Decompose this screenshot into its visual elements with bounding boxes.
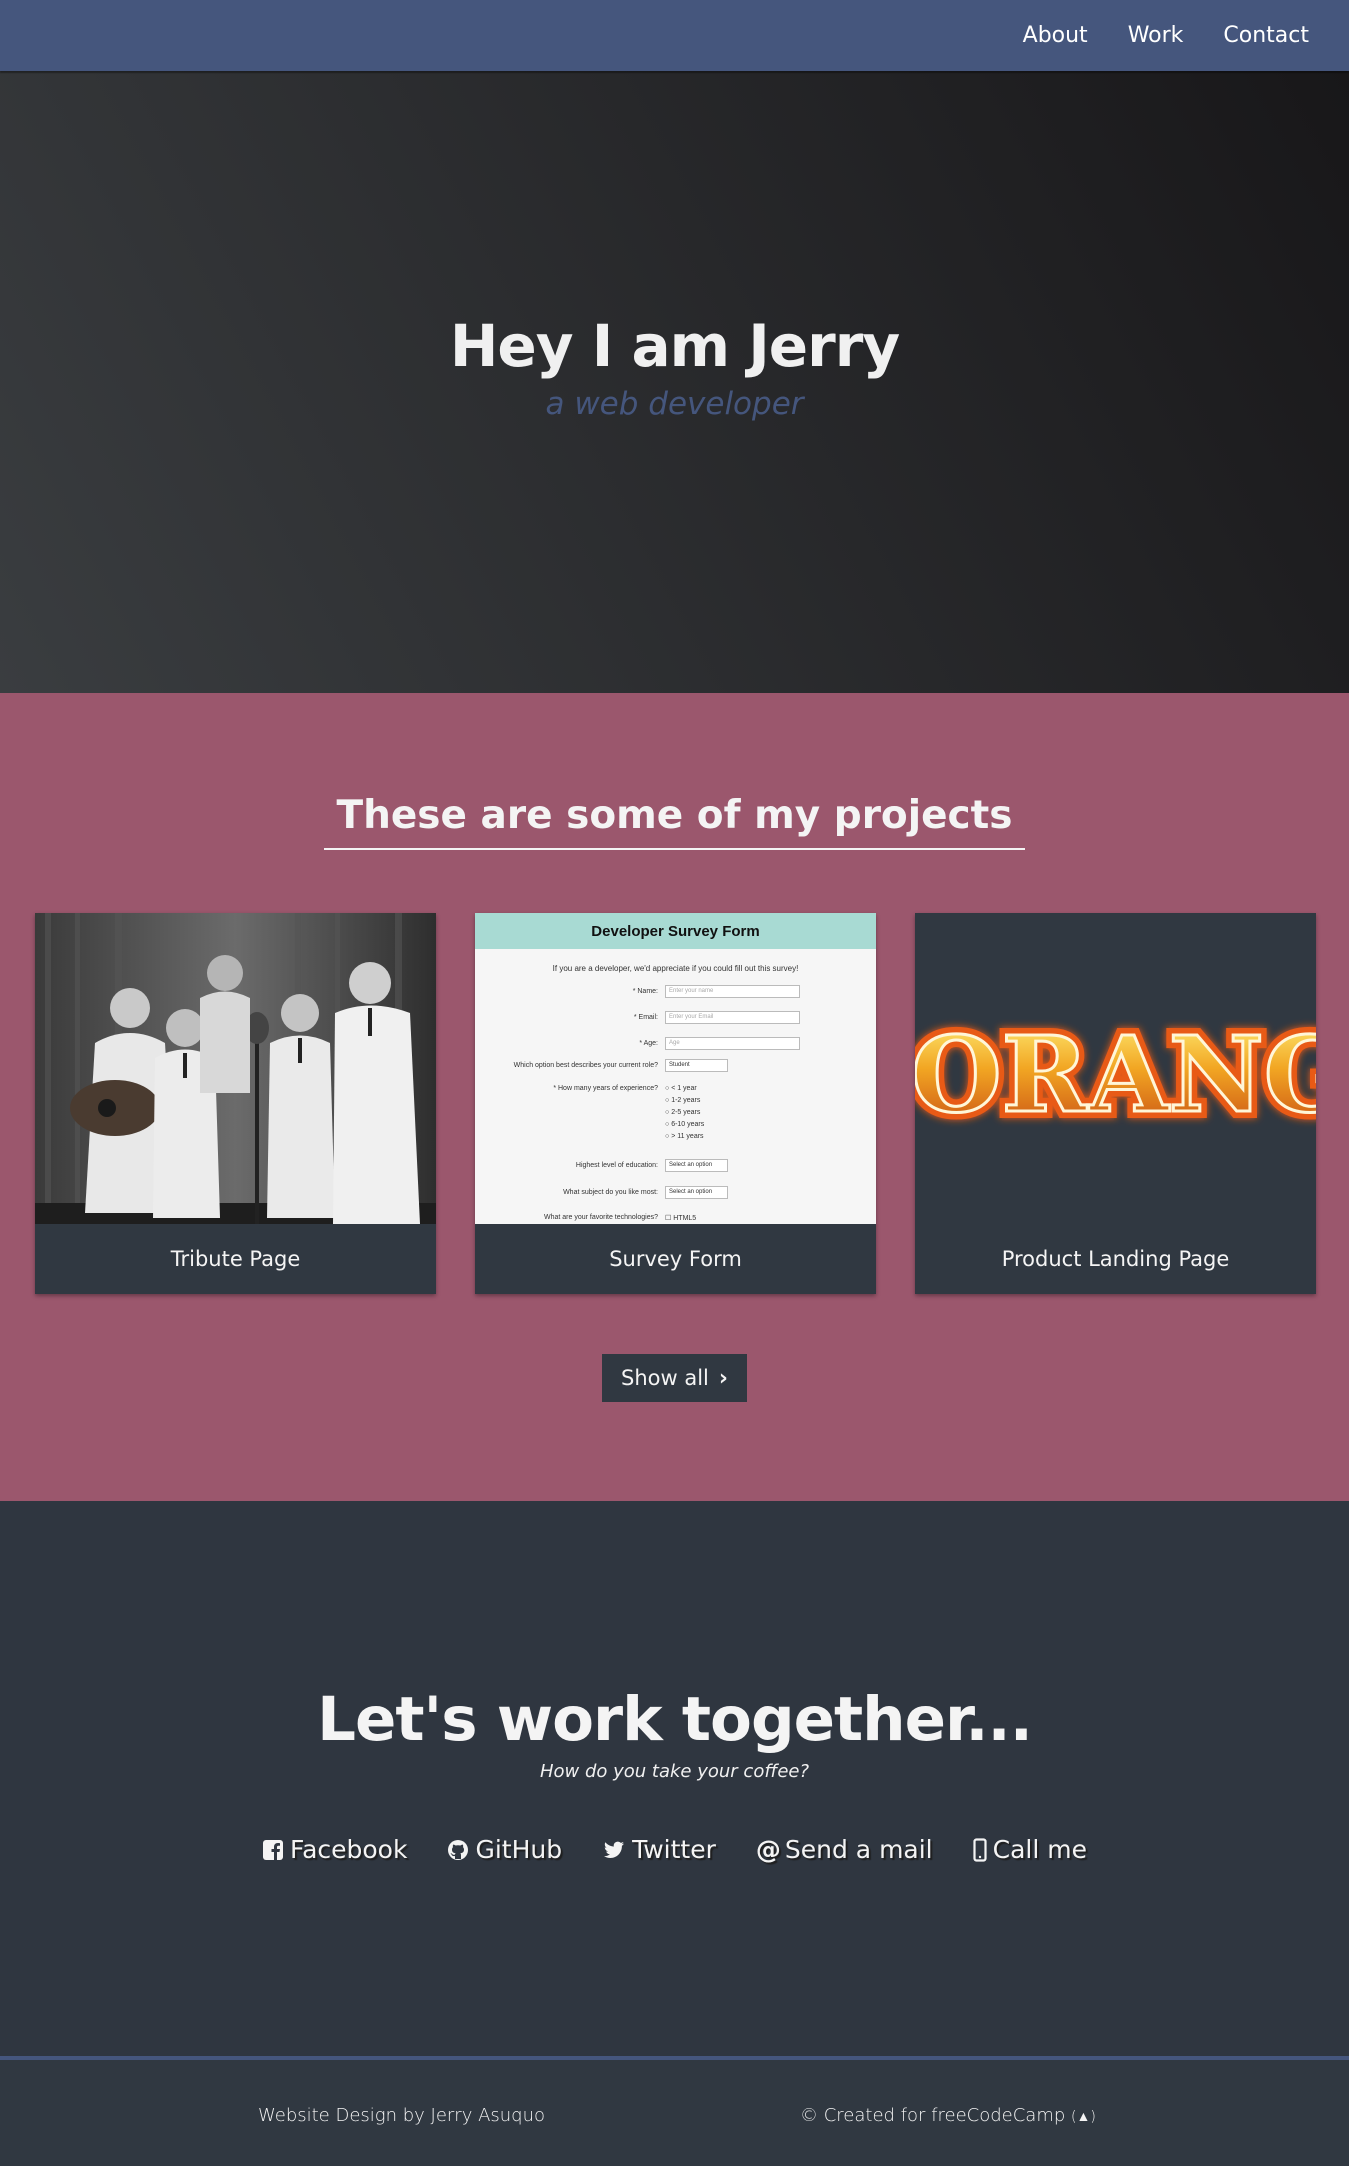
- github-label: GitHub: [475, 1835, 563, 1864]
- survey-subject-select: Select an option: [665, 1186, 728, 1199]
- orange-logo: ORANG ORANG: [915, 913, 1316, 1224]
- contact-heading: Let's work together...: [317, 1684, 1033, 1755]
- survey-years-option: ○ > 11 years: [665, 1133, 704, 1140]
- project-caption-survey: Survey Form: [609, 1247, 742, 1271]
- call-me-label: Call me: [992, 1835, 1087, 1864]
- survey-years-option: ○ 1-2 years: [665, 1097, 701, 1104]
- footer-created-text: © Created for freeCodeCamp: [800, 2105, 1066, 2126]
- survey-preview: Developer Survey Form If you are a devel…: [475, 913, 876, 1224]
- contact-tagline: How do you take your coffee?: [539, 1761, 810, 1782]
- hero-subtitle: a web developer: [545, 386, 804, 422]
- nav-contact-link[interactable]: Contact: [1223, 23, 1309, 48]
- project-tile-product[interactable]: ORANG ORANG Product Landing Page: [915, 913, 1316, 1294]
- twitter-label: Twitter: [632, 1835, 716, 1864]
- survey-years-option: ○ 6-10 years: [665, 1121, 705, 1128]
- send-mail-link[interactable]: @ Send a mail: [756, 1835, 933, 1864]
- welcome-section: Hey I am Jerry a web developer: [0, 71, 1349, 693]
- survey-education-label: Highest level of education:: [575, 1162, 658, 1169]
- tribute-image: [35, 913, 436, 1224]
- mobile-phone-icon: [973, 1837, 987, 1862]
- freecodecamp-link[interactable]: (▲): [1071, 2109, 1096, 2125]
- twitter-link[interactable]: Twitter: [602, 1835, 716, 1864]
- survey-age-field: Age: [665, 1037, 800, 1050]
- show-all-label: Show all: [621, 1366, 709, 1390]
- survey-tech-option: ☐ HTML5: [665, 1215, 697, 1222]
- survey-image: Developer Survey Form If you are a devel…: [475, 913, 876, 1224]
- facebook-link[interactable]: Facebook: [262, 1835, 407, 1864]
- survey-subject-label: What subject do you like most:: [563, 1189, 658, 1196]
- contact-section: Let's work together... How do you take y…: [0, 1501, 1349, 2056]
- projects-heading-wrap: These are some of my projects: [0, 793, 1349, 850]
- survey-years-option: ○ 2-5 years: [665, 1109, 701, 1116]
- projects-heading: These are some of my projects: [324, 793, 1025, 850]
- survey-role-select: Student: [665, 1059, 728, 1072]
- github-link[interactable]: GitHub: [447, 1835, 562, 1864]
- show-all-button[interactable]: Show all ›: [602, 1354, 747, 1402]
- call-me-link[interactable]: Call me: [973, 1835, 1087, 1864]
- footer-created: © Created for freeCodeCamp (▲): [800, 2105, 1096, 2126]
- nav-work-link[interactable]: Work: [1128, 23, 1184, 48]
- fire-icon: ▲: [1076, 2109, 1091, 2125]
- survey-name-label: * Name:: [632, 988, 658, 995]
- survey-name-field: Enter your name: [665, 985, 800, 998]
- survey-years-label: * How many years of experience?: [553, 1085, 658, 1092]
- github-icon: [448, 1839, 469, 1860]
- survey-tech-label: What are your favorite technologies?: [543, 1214, 658, 1221]
- facebook-label: Facebook: [289, 1835, 408, 1864]
- survey-age-label: * Age:: [639, 1040, 658, 1047]
- survey-years-option: ○ < 1 year: [665, 1085, 697, 1092]
- navbar: About Work Contact: [0, 0, 1349, 71]
- product-image: ORANG ORANG: [915, 913, 1316, 1224]
- survey-email-field: Enter your Email: [665, 1011, 800, 1024]
- survey-preview-title: Developer Survey Form: [475, 913, 876, 949]
- survey-education-select: Select an option: [665, 1159, 728, 1172]
- orange-logo-text: ORANG: [915, 1013, 1316, 1136]
- hero-title: Hey I am Jerry: [449, 312, 900, 380]
- send-mail-label: Send a mail: [784, 1835, 933, 1864]
- project-tile-tribute[interactable]: Tribute Page: [35, 913, 436, 1294]
- twitter-icon: [604, 1841, 625, 1858]
- survey-role-label: Which option best describes your current…: [513, 1062, 658, 1069]
- survey-preview-intro: If you are a developer, we'd appreciate …: [552, 964, 799, 973]
- contact-links: Facebook GitHub Twitter @ Send a mail Ca…: [0, 1835, 1349, 1864]
- projects-section: These are some of my projects Tribute Pa…: [0, 693, 1349, 1501]
- footer: Website Design by Jerry Asuquo © Created…: [0, 2056, 1349, 2166]
- project-tile-survey[interactable]: Developer Survey Form If you are a devel…: [475, 913, 876, 1294]
- survey-email-label: * Email:: [633, 1014, 658, 1021]
- nav-about-link[interactable]: About: [1023, 23, 1088, 48]
- facebook-icon: [262, 1839, 283, 1860]
- project-caption-product: Product Landing Page: [1001, 1247, 1230, 1271]
- chevron-right-icon: ›: [718, 1365, 728, 1391]
- project-caption-tribute: Tribute Page: [170, 1247, 301, 1271]
- footer-credit: Website Design by Jerry Asuquo: [258, 2105, 546, 2126]
- at-sign-icon: @: [755, 1835, 781, 1864]
